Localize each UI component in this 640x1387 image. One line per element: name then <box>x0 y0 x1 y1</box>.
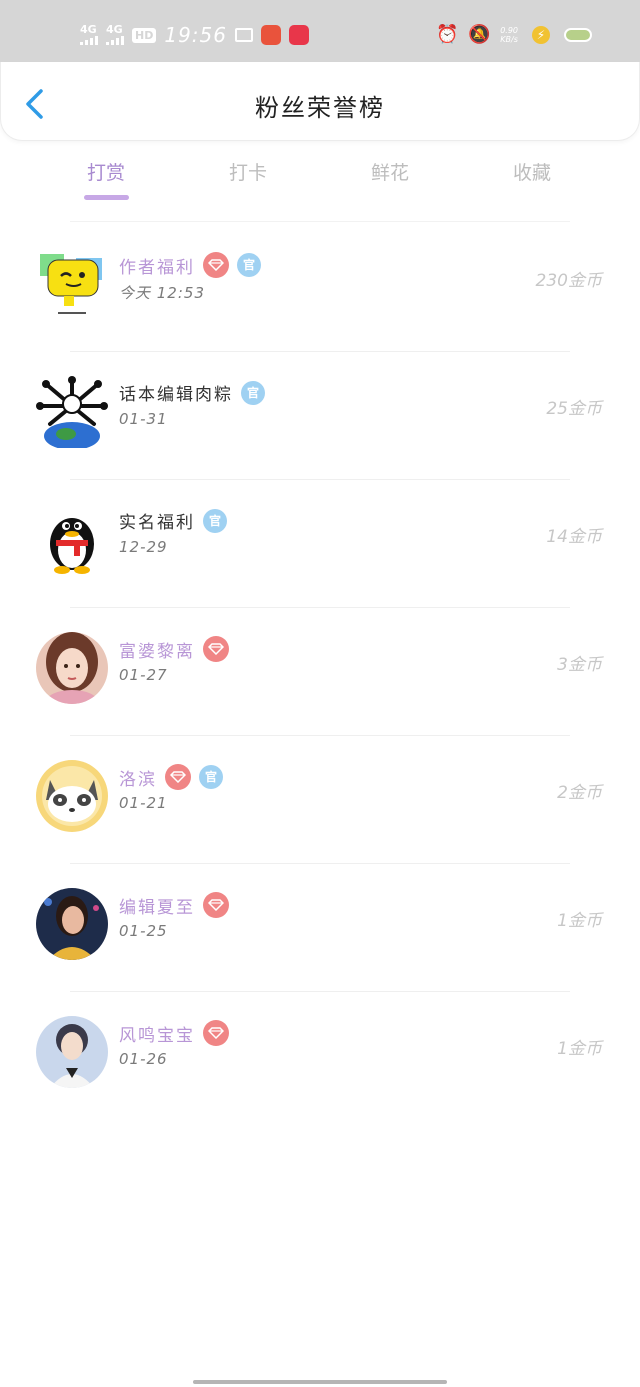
app-notification-icon <box>288 25 309 45</box>
tab-bar: 打赏 打卡 鲜花 收藏 <box>0 150 640 210</box>
official-badge-icon: 官 <box>203 508 227 533</box>
user-name: 风鸣宝宝 <box>119 1025 195 1046</box>
reward-date: 12-29 <box>119 538 168 556</box>
reward-date: 01-25 <box>119 922 168 940</box>
list-item[interactable]: 实名福利 官 12-29 14金币 <box>0 480 640 608</box>
list-item[interactable]: 富婆黎离 01-27 3金币 <box>0 608 640 736</box>
user-name: 实名福利 <box>119 513 195 533</box>
charging-icon: ⚡ <box>532 26 550 44</box>
avatar <box>36 632 108 704</box>
official-badge-icon: 官 <box>199 765 223 789</box>
vip-diamond-icon <box>203 252 229 278</box>
signal-bars-icon <box>106 35 124 45</box>
avatar <box>36 760 108 832</box>
status-bar: 4G 4G HD 19:56 ⏰ 🔕 0.90 KB/s ⚡ <box>0 0 640 62</box>
user-name: 富婆黎离 <box>119 641 195 662</box>
tab-reward[interactable]: 打赏 <box>56 158 156 185</box>
reward-amount: 1金币 <box>557 911 602 931</box>
avatar <box>36 504 108 576</box>
app-notification-icon <box>260 25 281 45</box>
reward-amount: 25金币 <box>546 399 602 419</box>
network-type-label: 4G <box>80 23 97 36</box>
network-type-label: 4G <box>106 23 123 36</box>
signal-4g-2: 4G <box>106 23 124 45</box>
user-name: 话本编辑肉粽 <box>119 385 233 405</box>
list-item[interactable]: 话本编辑肉粽 官 01-31 25金币 <box>0 352 640 480</box>
reward-amount: 14金币 <box>546 527 602 547</box>
user-name: 编辑夏至 <box>119 897 195 918</box>
avatar <box>36 1016 108 1088</box>
signal-bars-icon <box>80 35 98 45</box>
official-badge-icon: 官 <box>241 380 265 405</box>
user-name: 作者福利 <box>119 257 195 278</box>
battery-icon <box>564 28 592 42</box>
official-badge-icon: 官 <box>237 253 261 277</box>
alarm-icon: ⏰ <box>436 24 459 45</box>
vip-diamond-icon <box>203 636 229 662</box>
reward-date: 今天 12:53 <box>119 284 205 302</box>
reward-date: 01-21 <box>119 794 168 812</box>
book-icon <box>234 28 253 42</box>
list-item[interactable]: 洛滨 官 01-21 2金币 <box>0 736 640 864</box>
mute-bell-icon: 🔕 <box>468 24 491 45</box>
tab-checkin[interactable]: 打卡 <box>198 158 298 185</box>
avatar <box>36 376 108 448</box>
reward-amount: 230金币 <box>535 271 602 291</box>
list-item[interactable]: 作者福利 官 今天 12:53 230金币 <box>0 224 640 352</box>
reward-date: 01-31 <box>119 410 168 428</box>
hd-voice-icon: HD <box>132 27 157 43</box>
avatar <box>36 888 108 960</box>
reward-date: 01-27 <box>119 666 168 684</box>
reward-date: 01-26 <box>119 1050 168 1068</box>
home-indicator[interactable] <box>193 1380 447 1384</box>
clock: 19:56 <box>164 23 227 47</box>
vip-diamond-icon <box>165 764 191 790</box>
vip-diamond-icon <box>203 1020 229 1046</box>
nav-header: 粉丝荣誉榜 <box>0 62 640 141</box>
list-item[interactable]: 编辑夏至 01-25 1金币 <box>0 864 640 992</box>
reward-amount: 1金币 <box>557 1039 602 1059</box>
vip-diamond-icon <box>203 892 229 918</box>
divider <box>70 221 570 222</box>
page-title: 粉丝荣誉榜 <box>255 94 385 122</box>
tab-flowers[interactable]: 鲜花 <box>340 158 440 185</box>
avatar <box>36 248 108 320</box>
reward-amount: 3金币 <box>557 655 602 675</box>
tab-collect[interactable]: 收藏 <box>482 158 582 185</box>
user-name: 洛滨 <box>119 769 157 790</box>
signal-4g-1: 4G <box>80 23 98 45</box>
list-item[interactable]: 风鸣宝宝 01-26 1金币 <box>0 992 640 1120</box>
reward-amount: 2金币 <box>557 783 602 803</box>
active-tab-indicator <box>84 195 129 200</box>
network-speed: 0.90 KB/s <box>500 26 518 44</box>
